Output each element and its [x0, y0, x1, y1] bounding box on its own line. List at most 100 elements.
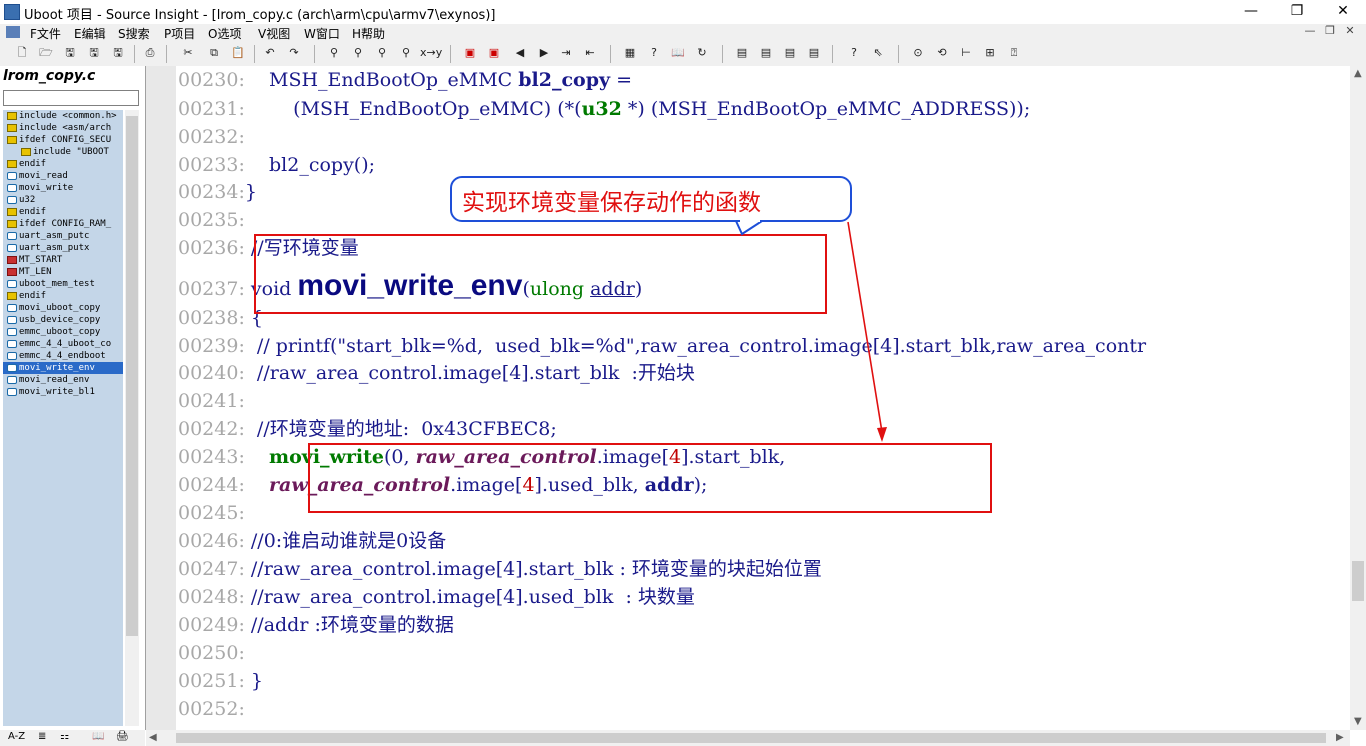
symbol-list-item[interactable]: uboot_mem_test [3, 278, 123, 290]
back-icon[interactable]: ◀ [512, 45, 528, 61]
find-next-icon[interactable]: ⚲ [350, 45, 366, 61]
code-line[interactable]: 00249: //addr :环境变量的数据 [178, 611, 1350, 639]
horizontal-scroll-thumb[interactable] [176, 733, 1326, 743]
menu-view[interactable]: V视图 [258, 25, 290, 42]
code-line[interactable]: 00252: [178, 695, 1350, 723]
menu-file[interactable]: F文件 [30, 25, 61, 42]
symbol-list-item[interactable]: uart_asm_putc [3, 230, 123, 242]
maximize-button[interactable]: ❐ [1274, 0, 1320, 24]
pointer-help-icon[interactable]: ⇖ [870, 45, 886, 61]
editor-gutter[interactable] [146, 66, 176, 730]
symbol-list-item[interactable]: emmc_4_4_uboot_co [3, 338, 123, 350]
symbol-window-icon[interactable]: ▦ [622, 45, 638, 61]
code-line[interactable]: 00241: [178, 387, 1350, 415]
mdi-minimize-button[interactable]: — [1300, 24, 1320, 37]
symbol-list-item[interactable]: movi_read [3, 170, 123, 182]
cut-icon[interactable]: ✂ [180, 45, 196, 61]
scroll-up-arrow-icon[interactable]: ▲ [1354, 68, 1362, 79]
menu-project[interactable]: P项目 [164, 25, 195, 42]
menu-search[interactable]: S搜索 [118, 25, 150, 42]
code-line[interactable]: 00246: //0:谁启动谁就是0设备 [178, 527, 1350, 555]
sidebar-scrollbar[interactable] [125, 110, 139, 726]
symbol-list-item[interactable]: endif [3, 206, 123, 218]
symbol-list-item[interactable]: include "UBOOT [3, 146, 123, 158]
replace-icon[interactable]: x→y [420, 45, 442, 61]
tree-icon[interactable]: ⊢ [958, 45, 974, 61]
print-symbols-icon[interactable]: 🖨 [116, 731, 129, 742]
symbol-list-item[interactable]: include <common.h> [3, 110, 123, 122]
symbol-list-item[interactable]: MT_START [3, 254, 123, 266]
category-view-button[interactable]: ⚏ [60, 731, 69, 742]
find-prev-icon[interactable]: ⚲ [374, 45, 390, 61]
scroll-left-arrow-icon[interactable]: ◀ [149, 732, 157, 743]
browse-icon[interactable]: ⊙ [910, 45, 926, 61]
menu-window[interactable]: W窗口 [304, 25, 340, 42]
scroll-right-arrow-icon[interactable]: ▶ [1336, 732, 1344, 743]
code-line[interactable]: 00250: [178, 639, 1350, 667]
symbol-list-item[interactable]: movi_write [3, 182, 123, 194]
refresh-icon[interactable]: ⟲ [934, 45, 950, 61]
code-line[interactable]: 00231: (MSH_EndBootOp_eMMC) (*(u32 *) (M… [178, 95, 1350, 123]
symbol-list-item[interactable]: emmc_4_4_endboot [3, 350, 123, 362]
context-icon[interactable]: 📖 [670, 45, 686, 61]
copy-icon[interactable]: ⧉ [206, 45, 222, 61]
new-file-icon[interactable]: 🗋 [14, 45, 30, 61]
code-line[interactable]: 00240: //raw_area_control.image[4].start… [178, 359, 1350, 387]
mdi-restore-button[interactable]: ❐ [1320, 24, 1340, 37]
symbol-list-item[interactable]: endif [3, 158, 123, 170]
system-menu-icon[interactable] [6, 26, 20, 38]
about-icon[interactable]: ⍰ [1006, 45, 1022, 61]
layout-2-icon[interactable]: ▤ [758, 45, 774, 61]
save-icon[interactable]: 🖫 [62, 45, 78, 61]
sort-az-button[interactable]: A-Z [8, 731, 25, 742]
graph-icon[interactable]: ⊞ [982, 45, 998, 61]
save-as-icon[interactable]: 🖫 [86, 45, 102, 61]
code-line[interactable]: 00239: // printf("start_blk=%d, used_blk… [178, 332, 1350, 360]
menu-edit[interactable]: E编辑 [74, 25, 106, 42]
sidebar-scroll-thumb[interactable] [126, 116, 138, 636]
undo-icon[interactable]: ↶ [262, 45, 278, 61]
menu-help[interactable]: H帮助 [352, 25, 385, 42]
code-line[interactable]: 00248: //raw_area_control.image[4].used_… [178, 583, 1350, 611]
menu-options[interactable]: O选项 [208, 25, 241, 42]
symbol-list-item[interactable]: u32 [3, 194, 123, 206]
symbol-list-item[interactable]: uart_asm_putx [3, 242, 123, 254]
jump-back-icon[interactable]: ⇤ [582, 45, 598, 61]
horizontal-scrollbar[interactable]: ◀ ▶ [146, 730, 1350, 746]
relation-icon[interactable]: ? [646, 45, 662, 61]
symbol-list-item[interactable]: movi_uboot_copy [3, 302, 123, 314]
symbol-list-item[interactable]: movi_write_env [3, 362, 123, 374]
code-line[interactable]: 00230: MSH_EndBootOp_eMMC bl2_copy = [178, 66, 1350, 94]
bookmark-list-icon[interactable]: ▣ [486, 45, 502, 61]
symbol-list-item[interactable]: ifdef CONFIG_SECU [3, 134, 123, 146]
layout-3-icon[interactable]: ▤ [782, 45, 798, 61]
jump-icon[interactable]: ⇥ [558, 45, 574, 61]
symbol-list-item[interactable]: emmc_uboot_copy [3, 326, 123, 338]
code-line[interactable]: 00232: [178, 123, 1350, 151]
save-all-icon[interactable]: 🖫 [110, 45, 126, 61]
scroll-down-arrow-icon[interactable]: ▼ [1354, 716, 1362, 727]
symbol-list-item[interactable]: ifdef CONFIG_RAM_ [3, 218, 123, 230]
book-icon[interactable]: 📖 [92, 731, 104, 742]
list-view-button[interactable]: ≣ [38, 731, 46, 742]
open-file-icon[interactable]: 🗁 [38, 45, 54, 61]
vertical-scroll-thumb[interactable] [1352, 561, 1364, 601]
symbol-list-item[interactable]: MT_LEN [3, 266, 123, 278]
search-files-icon[interactable]: ⚲ [398, 45, 414, 61]
code-line[interactable]: 00251: } [178, 667, 1350, 695]
vertical-scrollbar[interactable]: ▲ ▼ [1350, 66, 1366, 730]
bookmark-icon[interactable]: ▣ [462, 45, 478, 61]
symbol-list-item[interactable]: usb_device_copy [3, 314, 123, 326]
layout-1-icon[interactable]: ▤ [734, 45, 750, 61]
redo-icon[interactable]: ↷ [286, 45, 302, 61]
help-context-icon[interactable]: ? [846, 45, 862, 61]
minimize-button[interactable]: — [1228, 0, 1274, 24]
paste-icon[interactable]: 📋 [230, 45, 246, 61]
layout-4-icon[interactable]: ▤ [806, 45, 822, 61]
code-line[interactable]: 00242: //环境变量的地址: 0x43CFBEC8; [178, 415, 1350, 443]
forward-icon[interactable]: ▶ [536, 45, 552, 61]
symbol-list-item[interactable]: endif [3, 290, 123, 302]
sync-icon[interactable]: ↻ [694, 45, 710, 61]
print-icon[interactable]: ⎙ [142, 45, 158, 61]
code-line[interactable]: 00233: bl2_copy(); [178, 151, 1350, 179]
